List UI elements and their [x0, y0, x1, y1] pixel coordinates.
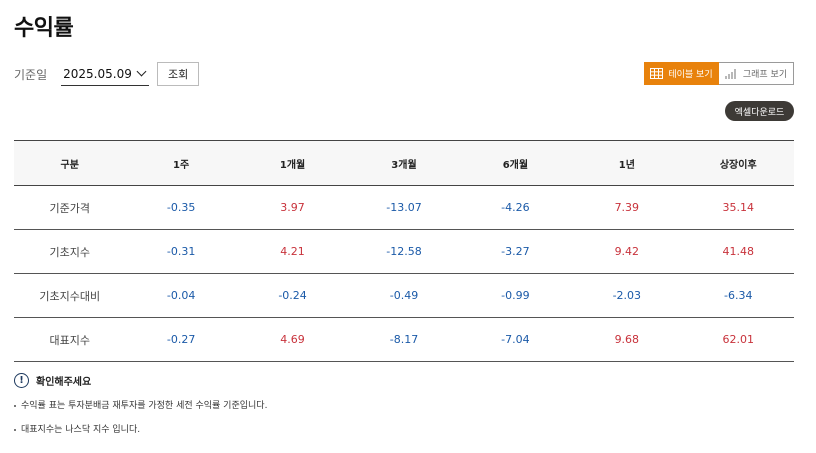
table-cell: -8.17	[348, 317, 460, 362]
graph-view-label: 그래프 보기	[742, 70, 788, 80]
table-view-label: 테이블 보기	[668, 70, 713, 80]
table-icon	[650, 68, 664, 79]
date-value: 2025.05.09	[63, 66, 132, 81]
table-cell: 3.97	[236, 185, 349, 230]
table-cell: -0.31	[125, 229, 237, 274]
table-row: 기초지수대비 -0.04 -0.24 -0.49 -0.99 -2.03 -6.…	[14, 273, 794, 318]
bar-chart-icon	[725, 69, 736, 79]
table-cell: 35.14	[682, 185, 794, 230]
row-label: 대표지수	[14, 317, 126, 362]
notice-list: 수익률 표는 투자분배금 재투자를 가정한 세전 수익률 기준입니다. 대표지수…	[14, 398, 794, 446]
row-label: 기초지수대비	[14, 273, 126, 318]
notice-header: ! 확인해주세요	[14, 373, 794, 388]
table-cell: -2.03	[571, 273, 683, 318]
table-cell: 9.42	[571, 229, 683, 274]
header-3m: 3개월	[348, 140, 460, 186]
table-view-button[interactable]: 테이블 보기	[644, 62, 719, 85]
table-cell: -3.27	[459, 229, 572, 274]
header-since-listing: 상장이후	[682, 140, 794, 186]
row-label: 기준가격	[14, 185, 126, 230]
info-icon: !	[14, 373, 29, 388]
table-cell: -7.04	[459, 317, 572, 362]
header-6m: 6개월	[459, 140, 572, 186]
excel-download-button[interactable]: 엑셀다운로드	[725, 101, 794, 121]
chevron-down-icon	[136, 66, 147, 77]
table-cell: 4.21	[236, 229, 349, 274]
table-cell: -0.24	[236, 273, 349, 318]
graph-view-button[interactable]: 그래프 보기	[719, 62, 794, 85]
date-select[interactable]: 2025.05.09	[61, 62, 150, 86]
table-cell: 7.39	[571, 185, 683, 230]
search-button[interactable]: 조회	[157, 62, 200, 86]
table-row: 기준가격 -0.35 3.97 -13.07 -4.26 7.39 35.14	[14, 185, 794, 230]
table-cell: 41.48	[682, 229, 794, 274]
table-cell: -0.04	[125, 273, 237, 318]
header-1y: 1년	[571, 140, 683, 186]
header-1w: 1주	[125, 140, 237, 186]
notice-item: 수익률 표는 투자분배금 재투자를 가정한 세전 수익률 기준입니다.	[14, 398, 794, 422]
table-cell: -6.34	[682, 273, 794, 318]
table-cell: -12.58	[348, 229, 460, 274]
table-cell: -0.49	[348, 273, 460, 318]
table-header-row: 구분 1주 1개월 3개월 6개월 1년 상장이후	[14, 140, 794, 186]
notice-item: 대표지수는 나스닥 지수 입니다.	[14, 422, 794, 446]
table-cell: 62.01	[682, 317, 794, 362]
table-cell: -13.07	[348, 185, 460, 230]
date-label: 기준일	[14, 67, 48, 82]
header-1m: 1개월	[236, 140, 349, 186]
table-cell: 9.68	[571, 317, 683, 362]
table-cell: -0.27	[125, 317, 237, 362]
header-category: 구분	[14, 140, 126, 186]
returns-table: 구분 1주 1개월 3개월 6개월 1년 상장이후 기준가격 -0.35 3.9…	[14, 140, 794, 362]
date-filter: 기준일 2025.05.09 조회	[14, 62, 200, 86]
table-row: 대표지수 -0.27 4.69 -8.17 -7.04 9.68 62.01	[14, 317, 794, 362]
notice-title: 확인해주세요	[36, 377, 92, 388]
table-cell: -0.99	[459, 273, 572, 318]
table-cell: -4.26	[459, 185, 572, 230]
view-toggle: 테이블 보기 그래프 보기	[644, 62, 794, 85]
table-cell: -0.35	[125, 185, 237, 230]
table-row: 기초지수 -0.31 4.21 -12.58 -3.27 9.42 41.48	[14, 229, 794, 274]
notice-box: ! 확인해주세요 수익률 표는 투자분배금 재투자를 가정한 세전 수익률 기준…	[14, 373, 794, 446]
row-label: 기초지수	[14, 229, 126, 274]
table-cell: 4.69	[236, 317, 349, 362]
page-title: 수익률	[14, 16, 74, 41]
